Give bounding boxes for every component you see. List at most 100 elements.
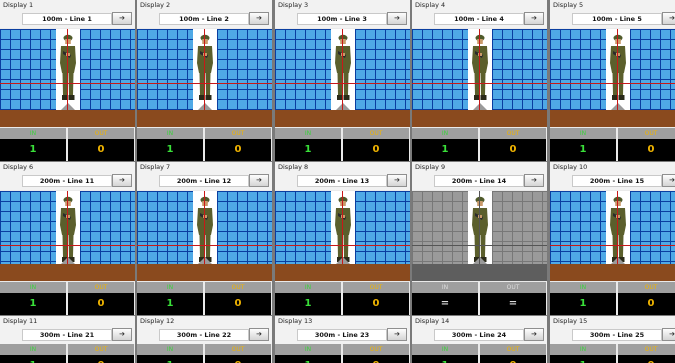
line-field[interactable]: 100m - Line 3 bbox=[297, 13, 387, 25]
ground-strip bbox=[412, 110, 547, 127]
display-header: Display 9 200m - Line 14 ➔ bbox=[412, 162, 547, 190]
out-label: OUT bbox=[343, 128, 409, 139]
next-button[interactable]: ➔ bbox=[662, 12, 675, 25]
ground-strip bbox=[0, 264, 135, 281]
arrow-right-icon: ➔ bbox=[669, 330, 675, 338]
line-field[interactable]: 200m - Line 13 bbox=[297, 175, 387, 187]
count-values: 1 0 bbox=[0, 139, 135, 161]
target-view bbox=[0, 191, 135, 281]
display-title: Display 4 bbox=[415, 1, 446, 9]
arrow-right-icon: ➔ bbox=[256, 14, 262, 22]
count-values: 1 0 bbox=[0, 355, 135, 363]
ground-strip bbox=[550, 110, 675, 127]
count-labels: IN OUT bbox=[550, 282, 675, 293]
next-button[interactable]: ➔ bbox=[112, 12, 132, 25]
target-view bbox=[550, 29, 675, 127]
target-view bbox=[412, 29, 547, 127]
in-count: 1 bbox=[550, 139, 616, 161]
display-panel: Display 3 100m - Line 3 ➔ IN OUT 1 0 bbox=[275, 0, 410, 161]
count-values: 1 0 bbox=[137, 355, 272, 363]
display-header: Display 14 300m - Line 24 ➔ bbox=[412, 316, 547, 344]
display-header: Display 6 200m - Line 11 ➔ bbox=[0, 162, 135, 190]
display-header: Display 10 200m - Line 15 ➔ bbox=[550, 162, 675, 190]
next-button[interactable]: ➔ bbox=[524, 328, 544, 341]
next-button[interactable]: ➔ bbox=[662, 174, 675, 187]
next-button[interactable]: ➔ bbox=[387, 328, 407, 341]
out-label: OUT bbox=[480, 128, 546, 139]
display-title: Display 5 bbox=[553, 1, 584, 9]
in-label: IN bbox=[412, 128, 478, 139]
line-field[interactable]: 100m - Line 2 bbox=[159, 13, 249, 25]
count-values: = = bbox=[412, 293, 547, 315]
in-label: IN bbox=[0, 344, 66, 355]
next-button[interactable]: ➔ bbox=[387, 174, 407, 187]
display-panel: Display 1 100m - Line 1 ➔ IN OUT 1 0 bbox=[0, 0, 135, 161]
in-label: IN bbox=[0, 282, 66, 293]
display-panel: Display 5 100m - Line 5 ➔ IN OUT 1 0 bbox=[550, 0, 675, 161]
line-field[interactable]: 200m - Line 14 bbox=[434, 175, 524, 187]
ground-strip bbox=[412, 264, 547, 281]
line-field[interactable]: 300m - Line 22 bbox=[159, 329, 249, 341]
arrow-right-icon: ➔ bbox=[394, 330, 400, 338]
in-count: 1 bbox=[275, 293, 341, 315]
next-button[interactable]: ➔ bbox=[524, 12, 544, 25]
next-button[interactable]: ➔ bbox=[524, 174, 544, 187]
out-count: 0 bbox=[343, 293, 409, 315]
in-label: IN bbox=[0, 128, 66, 139]
in-label: IN bbox=[137, 282, 203, 293]
count-labels: IN OUT bbox=[412, 344, 547, 355]
line-field[interactable]: 100m - Line 1 bbox=[22, 13, 112, 25]
next-button[interactable]: ➔ bbox=[112, 174, 132, 187]
line-field[interactable]: 100m - Line 5 bbox=[572, 13, 662, 25]
display-header: Display 4 100m - Line 4 ➔ bbox=[412, 0, 547, 28]
line-field[interactable]: 300m - Line 25 bbox=[572, 329, 662, 341]
out-label: OUT bbox=[205, 282, 271, 293]
next-button[interactable]: ➔ bbox=[249, 328, 269, 341]
soldier-target-icon bbox=[610, 196, 626, 262]
next-button[interactable]: ➔ bbox=[112, 328, 132, 341]
next-button[interactable]: ➔ bbox=[249, 12, 269, 25]
out-count: 0 bbox=[480, 355, 546, 363]
display-title: Display 15 bbox=[553, 317, 588, 325]
in-label: IN bbox=[275, 282, 341, 293]
next-button[interactable]: ➔ bbox=[387, 12, 407, 25]
in-label: IN bbox=[275, 344, 341, 355]
in-count: = bbox=[412, 293, 478, 315]
ground-strip bbox=[137, 110, 272, 127]
out-label: OUT bbox=[480, 344, 546, 355]
arrow-right-icon: ➔ bbox=[531, 330, 537, 338]
display-header: Display 2 100m - Line 2 ➔ bbox=[137, 0, 272, 28]
count-labels: IN OUT bbox=[137, 344, 272, 355]
next-button[interactable]: ➔ bbox=[249, 174, 269, 187]
out-count: 0 bbox=[205, 139, 271, 161]
line-field[interactable]: 100m - Line 4 bbox=[434, 13, 524, 25]
in-count: 1 bbox=[275, 355, 341, 363]
display-header: Display 11 300m - Line 21 ➔ bbox=[0, 316, 135, 344]
display-panel: Display 10 200m - Line 15 ➔ IN OUT 1 0 bbox=[550, 162, 675, 315]
target-view bbox=[412, 191, 547, 281]
display-header: Display 8 200m - Line 13 ➔ bbox=[275, 162, 410, 190]
crosshair-horizontal bbox=[550, 245, 675, 246]
line-field[interactable]: 300m - Line 24 bbox=[434, 329, 524, 341]
line-field[interactable]: 300m - Line 21 bbox=[22, 329, 112, 341]
out-count: 0 bbox=[618, 139, 675, 161]
out-count: 0 bbox=[68, 139, 134, 161]
arrow-right-icon: ➔ bbox=[669, 14, 675, 22]
line-field[interactable]: 300m - Line 23 bbox=[297, 329, 387, 341]
in-count: 1 bbox=[0, 293, 66, 315]
out-count: 0 bbox=[618, 355, 675, 363]
display-panel: Display 9 200m - Line 14 ➔ IN OUT = = bbox=[412, 162, 547, 315]
count-labels: IN OUT bbox=[0, 344, 135, 355]
display-title: Display 11 bbox=[3, 317, 38, 325]
out-count: 0 bbox=[68, 355, 134, 363]
line-field[interactable]: 200m - Line 11 bbox=[22, 175, 112, 187]
soldier-target-icon bbox=[197, 196, 213, 262]
arrow-right-icon: ➔ bbox=[531, 14, 537, 22]
ground-strip bbox=[137, 264, 272, 281]
line-field[interactable]: 200m - Line 12 bbox=[159, 175, 249, 187]
line-field[interactable]: 200m - Line 15 bbox=[572, 175, 662, 187]
display-title: Display 12 bbox=[140, 317, 175, 325]
count-values: 1 0 bbox=[275, 139, 410, 161]
display-header: Display 7 200m - Line 12 ➔ bbox=[137, 162, 272, 190]
next-button[interactable]: ➔ bbox=[662, 328, 675, 341]
